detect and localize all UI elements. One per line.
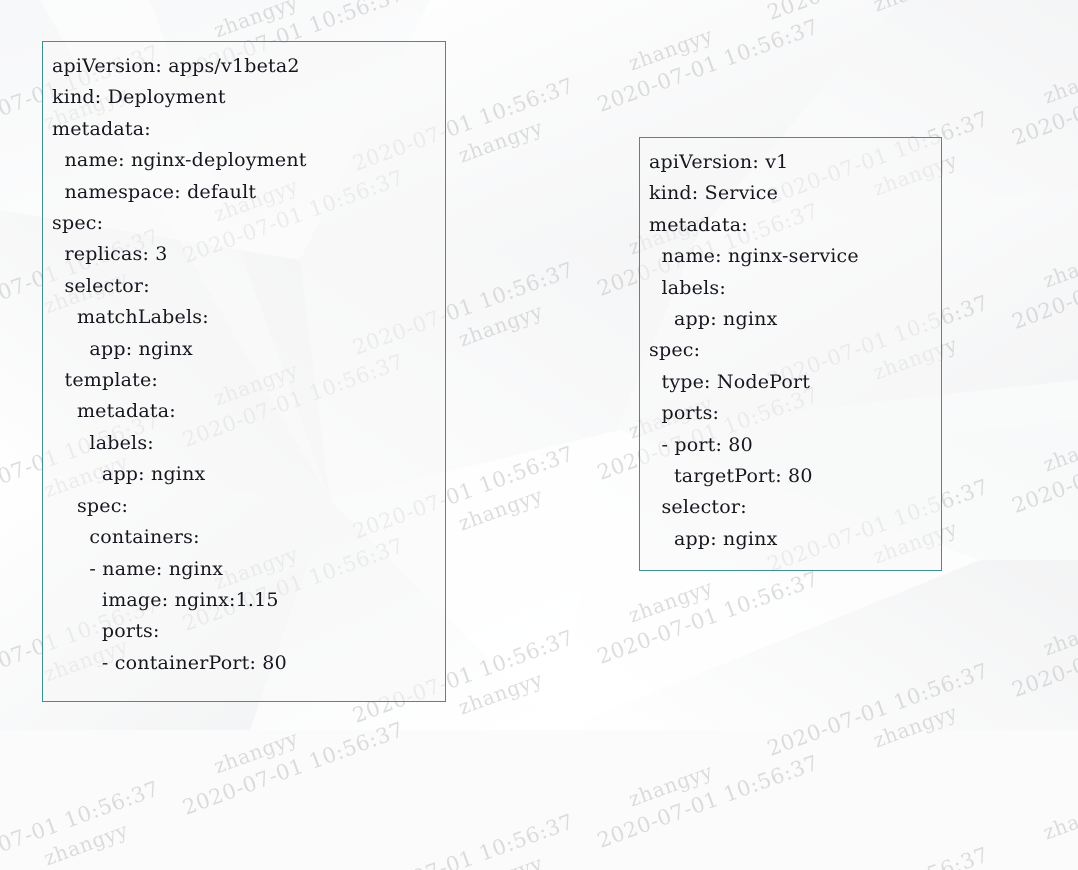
watermark-name: zhangyy xyxy=(40,817,132,870)
watermark-name: zhangyy xyxy=(444,0,558,15)
watermark-name: zhangyy xyxy=(455,482,547,536)
deployment-line-14: spec: xyxy=(52,494,129,517)
watermark-name: zhangyy xyxy=(455,298,547,352)
service-line-9: - port: 80 xyxy=(649,433,753,456)
watermark-timestamp: 2020-07-01 10:56:37 xyxy=(0,652,4,818)
service-line-0: apiVersion: v1 xyxy=(649,151,789,173)
deployment-line-11: metadata: xyxy=(52,400,176,423)
deployment-line-8: matchLabels: xyxy=(52,306,209,329)
watermark-name: zhangyy xyxy=(858,0,972,48)
watermark-timestamp: 2020-07-01 10:56:37 xyxy=(0,284,4,450)
watermark-timestamp: 2020-07-01 10:56:37 xyxy=(0,100,4,266)
deployment-line-2: metadata: xyxy=(52,117,151,140)
watermark-name: zhangyy xyxy=(210,725,302,779)
deployment-line-0: apiVersion: apps/v1beta2 xyxy=(52,55,300,77)
service-line-11: selector: xyxy=(649,496,747,519)
watermark-name: zhangyy xyxy=(625,758,717,812)
watermark-timestamp: 2020-07-01 10:56:37 xyxy=(179,717,408,820)
service-line-3: name: nginx-service xyxy=(649,245,859,268)
watermark-timestamp: 2020-07-01 10:56:37 xyxy=(764,658,992,761)
watermark-name: zhangyy xyxy=(1039,55,1078,109)
watermark-timestamp: 2020-07-01 10:56:37 xyxy=(1008,416,1078,518)
watermark-name: zhangyy xyxy=(455,114,547,168)
watermark-timestamp: 2020-07-01 10:56:37 xyxy=(0,468,4,634)
watermark-timestamp: 2020-07-01 10:56:37 xyxy=(1008,48,1078,150)
service-line-7: type: NodePort xyxy=(649,370,811,393)
deployment-line-15: containers: xyxy=(52,526,200,549)
watermark-timestamp: 2020-07-01 10:56:37 xyxy=(753,0,1004,57)
service-line-1: kind: Service xyxy=(649,182,779,205)
deployment-line-5: spec: xyxy=(52,212,104,235)
deployment-line-12: labels: xyxy=(52,431,154,454)
deployment-line-7: selector: xyxy=(52,274,150,297)
watermark-name: zhangyy xyxy=(869,699,961,753)
deployment-line-1: kind: Deployment xyxy=(52,86,226,109)
deployment-line-18: ports: xyxy=(52,620,160,643)
watermark-name: zhangyy xyxy=(1039,239,1078,293)
watermark-timestamp: 2020-07-01 10:56:37 xyxy=(753,810,1004,870)
deployment-line-16: - name: nginx xyxy=(52,557,224,580)
deployment-line-17: image: nginx:1.15 xyxy=(52,588,279,611)
watermark-timestamp: 2020-07-01 10:56:37 xyxy=(0,776,163,870)
deployment-line-13: app: nginx xyxy=(52,463,206,486)
deployment-line-19: - containerPort: 80 xyxy=(52,651,287,674)
deployment-yaml-code: apiVersion: apps/v1beta2 kind: Deployment… xyxy=(52,51,435,679)
deployment-line-6: replicas: 3 xyxy=(52,243,168,266)
service-line-5: app: nginx xyxy=(649,308,778,331)
watermark-name: zhangyy xyxy=(1039,607,1078,661)
watermark-timestamp: 2020-07-01 10:56:37 xyxy=(594,14,822,117)
watermark-timestamp: 2020-07-01 10:56:37 xyxy=(349,809,578,870)
service-line-4: labels: xyxy=(649,276,726,299)
watermark-name: zhangyy xyxy=(444,819,558,870)
watermark-name: zhangyy xyxy=(1039,791,1078,845)
service-line-8: ports: xyxy=(649,402,720,425)
watermark-timestamp: 2020-07-01 10:56:37 xyxy=(0,0,4,83)
watermark-timestamp: 2020-07-01 10:56:37 xyxy=(338,0,589,24)
deployment-line-10: template: xyxy=(52,369,159,392)
watermark-timestamp: 2020-07-01 10:56:37 xyxy=(1008,232,1078,334)
service-line-10: targetPort: 80 xyxy=(649,465,813,488)
service-line-2: metadata: xyxy=(649,213,748,236)
watermark-timestamp: 2020-07-01 10:56:37 xyxy=(594,750,822,853)
deployment-line-4: namespace: default xyxy=(52,180,257,203)
service-yaml-code: apiVersion: v1 kind: Service metadata: nam… xyxy=(649,147,931,555)
watermark-timestamp: 2020-07-01 10:56:37 xyxy=(0,836,4,870)
deployment-line-9: app: nginx xyxy=(52,337,193,360)
service-line-12: app: nginx xyxy=(649,527,778,550)
watermark-name: zhangyy xyxy=(625,22,717,76)
watermark-name: zhangyy xyxy=(455,666,547,720)
deployment-line-3: name: nginx-deployment xyxy=(52,149,307,172)
service-manifest-box: apiVersion: v1 kind: Service metadata: nam… xyxy=(639,137,942,571)
deployment-manifest-box: apiVersion: apps/v1beta2 kind: Deployment… xyxy=(42,41,446,702)
watermark-name: zhangyy xyxy=(1039,423,1078,477)
service-line-6: spec: xyxy=(649,339,701,362)
watermark-timestamp: 2020-07-01 10:56:37 xyxy=(1008,600,1078,702)
